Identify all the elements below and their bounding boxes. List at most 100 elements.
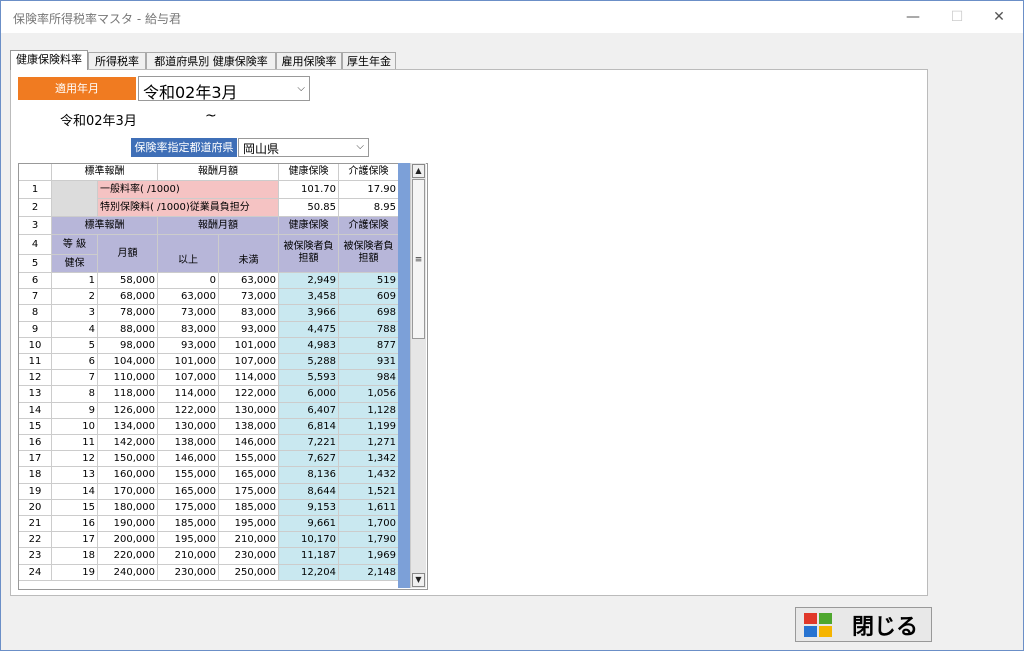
from-cell[interactable]: 146,000 xyxy=(158,451,219,468)
from-cell[interactable]: 155,000 xyxy=(158,467,219,484)
care-burden-cell[interactable]: 1,056 xyxy=(339,386,399,403)
to-cell[interactable]: 101,000 xyxy=(219,337,279,354)
care-burden-cell[interactable]: 788 xyxy=(339,321,399,338)
month-amount-cell[interactable]: 98,000 xyxy=(98,337,158,354)
from-cell[interactable]: 130,000 xyxy=(158,418,219,435)
health-burden-cell[interactable]: 8,136 xyxy=(279,467,339,484)
month-amount-cell[interactable]: 160,000 xyxy=(98,467,158,484)
scroll-up-icon[interactable]: ▲ xyxy=(412,164,425,178)
to-cell[interactable]: 195,000 xyxy=(219,516,279,533)
care-burden-cell[interactable]: 877 xyxy=(339,337,399,354)
health-burden-cell[interactable]: 6,000 xyxy=(279,386,339,403)
month-amount-cell[interactable]: 170,000 xyxy=(98,483,158,500)
from-cell[interactable]: 93,000 xyxy=(158,337,219,354)
from-cell[interactable]: 107,000 xyxy=(158,370,219,387)
health-burden-cell[interactable]: 5,288 xyxy=(279,354,339,371)
grade-cell[interactable]: 17 xyxy=(52,532,98,549)
month-amount-cell[interactable]: 150,000 xyxy=(98,451,158,468)
tab-health-insurance-rate[interactable]: 健康保険料率 xyxy=(10,50,88,70)
health-burden-cell[interactable]: 3,458 xyxy=(279,289,339,306)
prefecture-select[interactable]: 岡山県 ⌵ xyxy=(238,138,369,157)
health-burden-cell[interactable]: 12,204 xyxy=(279,564,339,581)
grade-cell[interactable]: 18 xyxy=(52,548,98,565)
to-cell[interactable]: 107,000 xyxy=(219,354,279,371)
month-amount-cell[interactable]: 240,000 xyxy=(98,564,158,581)
to-cell[interactable]: 122,000 xyxy=(219,386,279,403)
to-cell[interactable]: 138,000 xyxy=(219,418,279,435)
to-cell[interactable]: 210,000 xyxy=(219,532,279,549)
from-cell[interactable]: 175,000 xyxy=(158,499,219,516)
scroll-thumb[interactable]: ≡ xyxy=(412,179,425,339)
apply-month-select[interactable]: 令和02年3月 ⌵ xyxy=(138,76,310,102)
care-burden-cell[interactable]: 1,432 xyxy=(339,467,399,484)
grade-cell[interactable]: 8 xyxy=(52,386,98,403)
grade-cell[interactable]: 9 xyxy=(52,402,98,419)
care-burden-cell[interactable]: 2,148 xyxy=(339,564,399,581)
from-cell[interactable]: 73,000 xyxy=(158,305,219,322)
tab-prefecture-health-rate[interactable]: 都道府県別 健康保険率 xyxy=(146,52,276,69)
special-care-rate[interactable]: 8.95 xyxy=(339,199,399,217)
care-burden-cell[interactable]: 519 xyxy=(339,273,399,290)
care-burden-cell[interactable]: 1,521 xyxy=(339,483,399,500)
from-cell[interactable]: 0 xyxy=(158,273,219,290)
care-burden-cell[interactable]: 1,700 xyxy=(339,516,399,533)
close-button[interactable]: 閉じる xyxy=(795,607,932,642)
special-health-rate[interactable]: 50.85 xyxy=(279,199,339,217)
to-cell[interactable]: 130,000 xyxy=(219,402,279,419)
to-cell[interactable]: 165,000 xyxy=(219,467,279,484)
tab-income-tax-rate[interactable]: 所得税率 xyxy=(88,52,146,69)
month-amount-cell[interactable]: 88,000 xyxy=(98,321,158,338)
grade-cell[interactable]: 10 xyxy=(52,418,98,435)
to-cell[interactable]: 83,000 xyxy=(219,305,279,322)
to-cell[interactable]: 185,000 xyxy=(219,499,279,516)
grade-cell[interactable]: 7 xyxy=(52,370,98,387)
from-cell[interactable]: 83,000 xyxy=(158,321,219,338)
health-burden-cell[interactable]: 9,153 xyxy=(279,499,339,516)
to-cell[interactable]: 146,000 xyxy=(219,435,279,452)
care-burden-cell[interactable]: 1,969 xyxy=(339,548,399,565)
from-cell[interactable]: 63,000 xyxy=(158,289,219,306)
care-burden-cell[interactable]: 1,271 xyxy=(339,435,399,452)
from-cell[interactable]: 195,000 xyxy=(158,532,219,549)
care-burden-cell[interactable]: 1,611 xyxy=(339,499,399,516)
month-amount-cell[interactable]: 68,000 xyxy=(98,289,158,306)
to-cell[interactable]: 155,000 xyxy=(219,451,279,468)
grade-cell[interactable]: 1 xyxy=(52,273,98,290)
grade-cell[interactable]: 19 xyxy=(52,564,98,581)
month-amount-cell[interactable]: 110,000 xyxy=(98,370,158,387)
care-burden-cell[interactable]: 931 xyxy=(339,354,399,371)
care-burden-cell[interactable]: 984 xyxy=(339,370,399,387)
from-cell[interactable]: 101,000 xyxy=(158,354,219,371)
month-amount-cell[interactable]: 220,000 xyxy=(98,548,158,565)
to-cell[interactable]: 250,000 xyxy=(219,564,279,581)
month-amount-cell[interactable]: 200,000 xyxy=(98,532,158,549)
health-burden-cell[interactable]: 4,475 xyxy=(279,321,339,338)
month-amount-cell[interactable]: 126,000 xyxy=(98,402,158,419)
care-burden-cell[interactable]: 698 xyxy=(339,305,399,322)
grade-cell[interactable]: 14 xyxy=(52,483,98,500)
month-amount-cell[interactable]: 134,000 xyxy=(98,418,158,435)
grade-cell[interactable]: 11 xyxy=(52,435,98,452)
care-burden-cell[interactable]: 1,128 xyxy=(339,402,399,419)
care-burden-cell[interactable]: 1,199 xyxy=(339,418,399,435)
to-cell[interactable]: 114,000 xyxy=(219,370,279,387)
month-amount-cell[interactable]: 118,000 xyxy=(98,386,158,403)
grade-cell[interactable]: 12 xyxy=(52,451,98,468)
month-amount-cell[interactable]: 142,000 xyxy=(98,435,158,452)
health-burden-cell[interactable]: 2,949 xyxy=(279,273,339,290)
care-burden-cell[interactable]: 609 xyxy=(339,289,399,306)
from-cell[interactable]: 138,000 xyxy=(158,435,219,452)
grade-cell[interactable]: 16 xyxy=(52,516,98,533)
to-cell[interactable]: 230,000 xyxy=(219,548,279,565)
general-care-rate[interactable]: 17.90 xyxy=(339,181,399,199)
grade-cell[interactable]: 4 xyxy=(52,321,98,338)
to-cell[interactable]: 93,000 xyxy=(219,321,279,338)
grade-cell[interactable]: 13 xyxy=(52,467,98,484)
health-burden-cell[interactable]: 9,661 xyxy=(279,516,339,533)
month-amount-cell[interactable]: 190,000 xyxy=(98,516,158,533)
grade-cell[interactable]: 2 xyxy=(52,289,98,306)
health-burden-cell[interactable]: 8,644 xyxy=(279,483,339,500)
to-cell[interactable]: 73,000 xyxy=(219,289,279,306)
from-cell[interactable]: 185,000 xyxy=(158,516,219,533)
from-cell[interactable]: 114,000 xyxy=(158,386,219,403)
